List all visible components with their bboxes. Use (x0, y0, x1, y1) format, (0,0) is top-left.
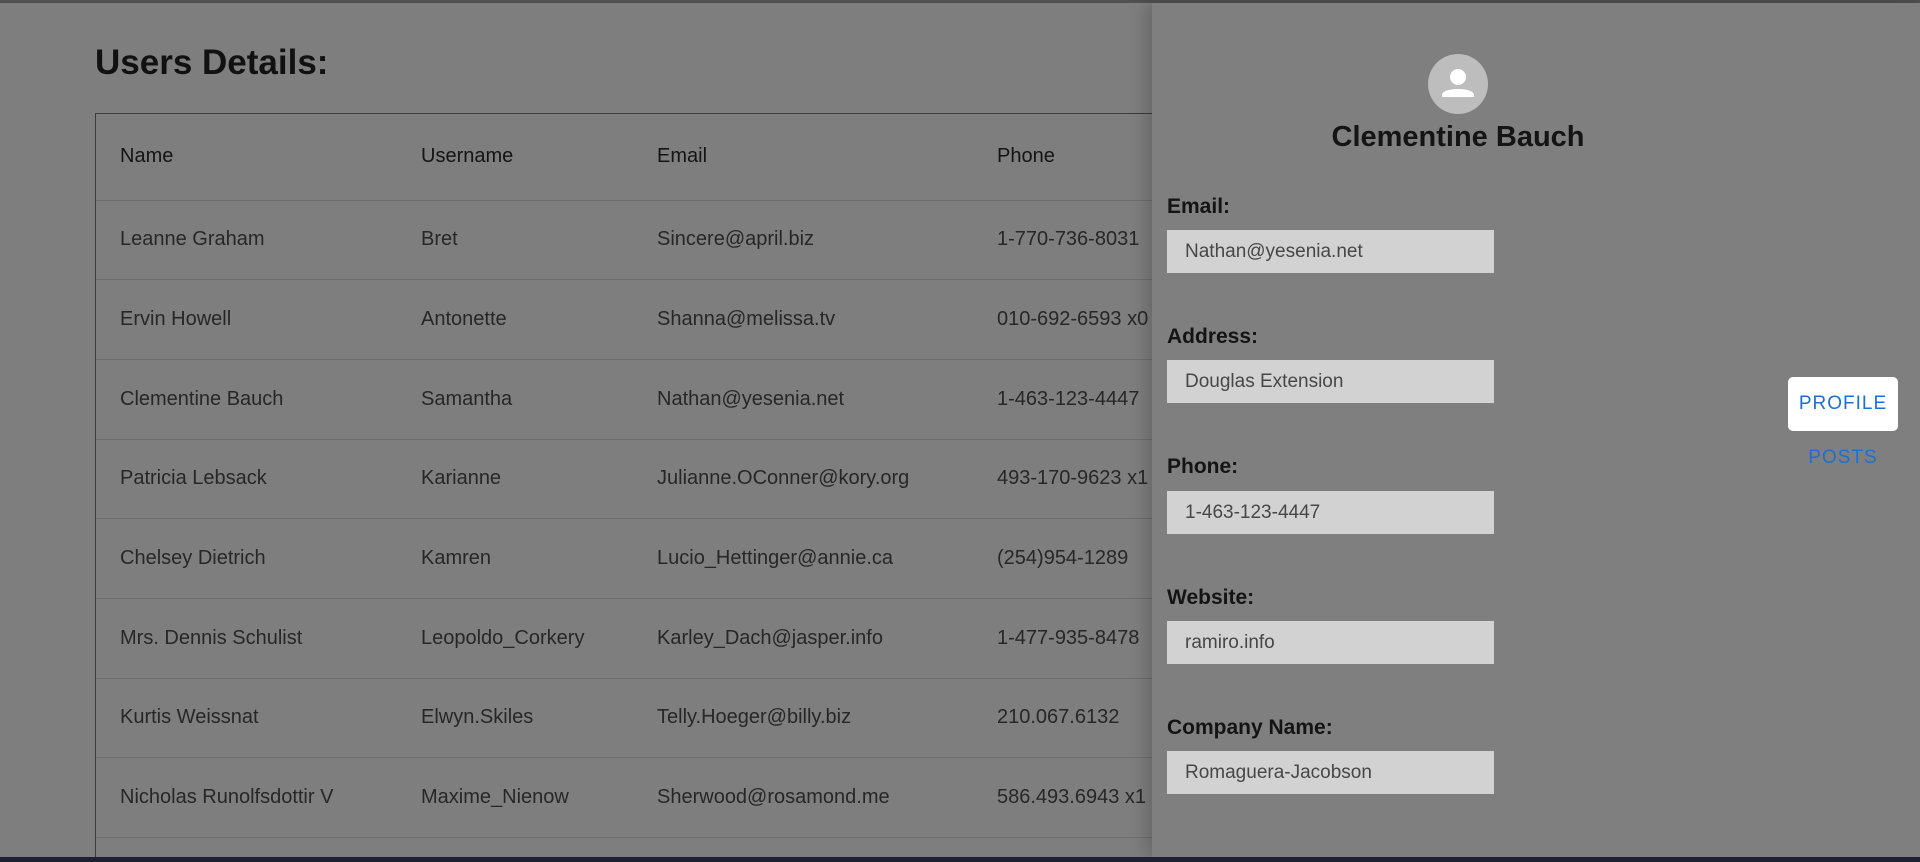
email-field[interactable] (1167, 230, 1494, 273)
table-row[interactable]: Leanne Graham Bret Sincere@april.biz 1-7… (96, 200, 1195, 280)
cell-email: Julianne.OConner@kory.org (657, 467, 910, 490)
avatar (1428, 54, 1488, 114)
table-row[interactable]: Kurtis Weissnat Elwyn.Skiles Telly.Hoege… (96, 678, 1195, 758)
cell-name: Leanne Graham (120, 228, 265, 251)
cell-email: Karley_Dach@jasper.info (657, 626, 883, 649)
table-header-row: Name Username Email Phone (96, 114, 1195, 200)
table-row[interactable]: Chelsey Dietrich Kamren Lucio_Hettinger@… (96, 519, 1195, 599)
cell-email: Shanna@melissa.tv (657, 308, 836, 331)
user-name-heading: Clementine Bauch (1331, 121, 1585, 153)
cell-email: Telly.Hoeger@billy.biz (657, 706, 852, 729)
email-label: Email: (1167, 195, 1231, 218)
table-row[interactable]: Clementine Bauch Samantha Nathan@yesenia… (96, 359, 1195, 440)
address-label: Address: (1167, 325, 1259, 348)
cell-name: Patricia Lebsack (120, 467, 267, 490)
cell-name: Clementine Bauch (120, 387, 284, 410)
cell-name: Nicholas Runolfsdottir V (120, 786, 334, 809)
column-header-username: Username (421, 145, 514, 168)
cell-username: Elwyn.Skiles (421, 706, 534, 729)
users-table: Name Username Email Phone Leanne Graham … (95, 113, 1195, 857)
cell-username: Leopoldo_Corkery (421, 626, 585, 649)
address-field[interactable] (1167, 360, 1494, 403)
tab-posts[interactable]: POSTS (1788, 443, 1898, 473)
cell-username: Bret (421, 228, 458, 251)
table-row[interactable]: Patricia Lebsack Karianne Julianne.OConn… (96, 439, 1195, 519)
column-header-name: Name (120, 145, 174, 168)
cell-email: Sherwood@rosamond.me (657, 786, 890, 809)
table-row[interactable]: Nicholas Runolfsdottir V Maxime_Nienow S… (96, 758, 1195, 838)
cell-email: Sincere@april.biz (657, 228, 815, 251)
cell-name: Chelsey Dietrich (120, 547, 266, 570)
table-row[interactable]: Mrs. Dennis Schulist Leopoldo_Corkery Ka… (96, 598, 1195, 679)
cell-email: Nathan@yesenia.net (657, 387, 845, 410)
column-header-email: Email (657, 145, 708, 168)
cell-username: Karianne (421, 467, 502, 490)
table-row[interactable]: Ervin Howell Antonette Shanna@melissa.tv… (96, 280, 1195, 360)
website-field[interactable] (1167, 621, 1494, 664)
bottom-border (0, 857, 1920, 862)
company-name-label: Company Name: (1167, 716, 1333, 739)
company-name-field[interactable] (1167, 751, 1494, 794)
person-icon (1442, 69, 1474, 97)
cell-username: Antonette (421, 308, 507, 331)
cell-name: Mrs. Dennis Schulist (120, 626, 303, 649)
user-detail-drawer: Clementine Bauch Email: Address: Phone: … (1152, 3, 1920, 857)
phone-field[interactable] (1167, 491, 1494, 534)
phone-label: Phone: (1167, 455, 1239, 478)
cell-username: Kamren (421, 547, 492, 570)
tab-profile[interactable]: PROFILE (1788, 377, 1898, 431)
page-title: Users Details: (95, 43, 329, 82)
cell-username: Samantha (421, 387, 513, 410)
cell-email: Lucio_Hettinger@annie.ca (657, 547, 894, 570)
cell-name: Kurtis Weissnat (120, 706, 259, 729)
cell-name: Ervin Howell (120, 308, 232, 331)
cell-username: Maxime_Nienow (421, 786, 569, 809)
website-label: Website: (1167, 586, 1255, 609)
